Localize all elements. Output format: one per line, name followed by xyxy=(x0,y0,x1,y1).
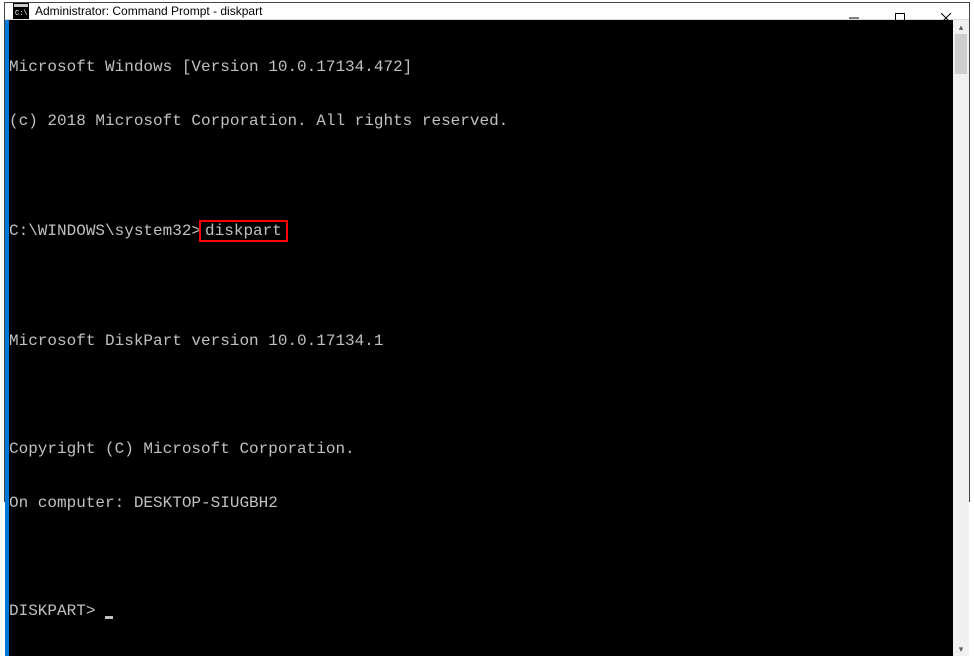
output-line: On computer: DESKTOP-SIUGBH2 xyxy=(9,494,953,512)
highlighted-command: diskpart xyxy=(199,220,288,242)
titlebar[interactable]: C:\ Administrator: Command Prompt - disk… xyxy=(5,3,969,20)
command-prompt-window: C:\ Administrator: Command Prompt - disk… xyxy=(4,2,970,502)
terminal-output[interactable]: Microsoft Windows [Version 10.0.17134.47… xyxy=(9,20,953,656)
output-blank xyxy=(9,548,953,566)
output-line: Microsoft Windows [Version 10.0.17134.47… xyxy=(9,58,953,76)
scrollbar-up-button[interactable]: ▴ xyxy=(953,20,969,34)
diskpart-prompt-line: DISKPART> xyxy=(9,602,953,620)
scrollbar-thumb[interactable] xyxy=(955,34,967,74)
vertical-scrollbar[interactable]: ▴ ▾ xyxy=(953,20,969,656)
scrollbar-down-button[interactable]: ▾ xyxy=(953,642,969,656)
diskpart-prompt: DISKPART> xyxy=(9,602,105,620)
prompt-path: C:\WINDOWS\system32> xyxy=(9,222,201,240)
terminal-area: Microsoft Windows [Version 10.0.17134.47… xyxy=(5,20,969,656)
output-blank xyxy=(9,278,953,296)
output-blank xyxy=(9,166,953,184)
cursor xyxy=(105,616,113,619)
output-line: Microsoft DiskPart version 10.0.17134.1 xyxy=(9,332,953,350)
window-title: Administrator: Command Prompt - diskpart xyxy=(35,4,262,18)
prompt-line: C:\WINDOWS\system32>diskpart xyxy=(9,220,953,242)
output-blank xyxy=(9,386,953,404)
svg-text:C:\: C:\ xyxy=(15,10,28,18)
cmd-icon: C:\ xyxy=(13,3,29,19)
output-line: Copyright (C) Microsoft Corporation. xyxy=(9,440,953,458)
output-line: (c) 2018 Microsoft Corporation. All righ… xyxy=(9,112,953,130)
